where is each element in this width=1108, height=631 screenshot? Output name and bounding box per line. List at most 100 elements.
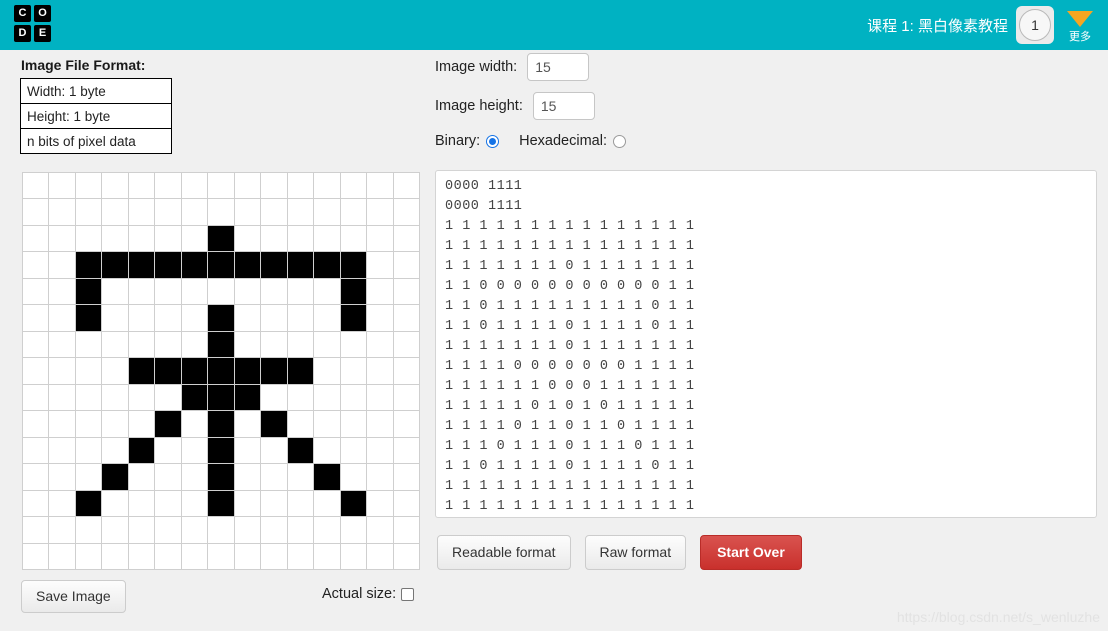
raw-format-button[interactable]: Raw format [584,535,687,570]
pixel-cell[interactable] [234,490,261,517]
pixel-cell[interactable] [49,411,75,437]
pixel-cell[interactable] [340,490,367,517]
pixel-cell[interactable] [367,384,393,411]
pixel-cell[interactable] [128,199,155,225]
pixel-cell[interactable] [49,464,75,490]
pixel-cell[interactable] [181,490,208,517]
pixel-cell[interactable] [155,358,181,384]
pixel-cell[interactable] [261,543,287,569]
pixel-cell[interactable] [75,384,102,411]
pixel-cell[interactable] [314,173,340,199]
pixel-cell[interactable] [128,384,155,411]
pixel-cell[interactable] [208,173,234,199]
image-height-input[interactable] [532,92,595,120]
pixel-cell[interactable] [102,358,128,384]
pixel-cell[interactable] [75,199,102,225]
pixel-cell[interactable] [23,543,49,569]
pixel-cell[interactable] [208,437,234,464]
pixel-cell[interactable] [314,225,340,252]
pixel-cell[interactable] [393,199,419,225]
pixel-cell[interactable] [261,464,287,490]
pixel-cell[interactable] [261,384,287,411]
pixel-cell[interactable] [23,358,49,384]
pixel-cell[interactable] [181,437,208,464]
pixel-cell[interactable] [287,384,314,411]
pixel-cell[interactable] [75,358,102,384]
pixel-cell[interactable] [393,384,419,411]
pixel-cell[interactable] [75,543,102,569]
pixel-cell[interactable] [155,199,181,225]
pixel-cell[interactable] [234,464,261,490]
pixel-cell[interactable] [314,437,340,464]
pixel-cell[interactable] [208,278,234,305]
pixel-cell[interactable] [261,305,287,331]
pixel-cell[interactable] [367,331,393,358]
pixel-cell[interactable] [261,411,287,437]
pixel-cell[interactable] [208,411,234,437]
pixel-cell[interactable] [128,173,155,199]
pixel-cell[interactable] [287,517,314,543]
pixel-cell[interactable] [367,358,393,384]
pixel-cell[interactable] [128,358,155,384]
pixel-cell[interactable] [314,278,340,305]
pixel-cell[interactable] [287,331,314,358]
pixel-cell[interactable] [367,199,393,225]
pixel-cell[interactable] [261,517,287,543]
pixel-cell[interactable] [234,225,261,252]
pixel-cell[interactable] [75,305,102,331]
pixel-cell[interactable] [49,278,75,305]
pixel-cell[interactable] [287,278,314,305]
pixel-cell[interactable] [49,225,75,252]
pixel-cell[interactable] [208,358,234,384]
binary-output-textarea[interactable]: 0000 1111 0000 1111 1 1 1 1 1 1 1 1 1 1 … [435,170,1097,518]
pixel-cell[interactable] [261,173,287,199]
pixel-cell[interactable] [155,384,181,411]
pixel-cell[interactable] [287,411,314,437]
pixel-cell[interactable] [155,490,181,517]
pixel-cell[interactable] [181,411,208,437]
pixel-cell[interactable] [287,464,314,490]
pixel-cell[interactable] [393,517,419,543]
pixel-cell[interactable] [340,358,367,384]
pixel-cell[interactable] [367,437,393,464]
pixel-cell[interactable] [128,331,155,358]
pixel-cell[interactable] [287,252,314,278]
pixel-cell[interactable] [102,199,128,225]
pixel-cell[interactable] [287,490,314,517]
pixel-cell[interactable] [102,278,128,305]
pixel-cell[interactable] [102,331,128,358]
pixel-cell[interactable] [340,384,367,411]
pixel-cell[interactable] [23,305,49,331]
pixel-cell[interactable] [367,543,393,569]
code-org-logo[interactable]: C O D E [14,5,54,45]
pixel-cell[interactable] [393,464,419,490]
pixel-cell[interactable] [155,331,181,358]
pixel-cell[interactable] [234,411,261,437]
pixel-cell[interactable] [102,225,128,252]
pixel-cell[interactable] [367,464,393,490]
pixel-cell[interactable] [367,517,393,543]
pixel-cell[interactable] [181,305,208,331]
pixel-cell[interactable] [393,225,419,252]
pixel-cell[interactable] [181,331,208,358]
pixel-cell[interactable] [234,384,261,411]
pixel-cell[interactable] [23,517,49,543]
pixel-cell[interactable] [181,358,208,384]
binary-radio-button[interactable] [486,134,500,148]
pixel-cell[interactable] [128,517,155,543]
pixel-cell[interactable] [75,411,102,437]
pixel-cell[interactable] [23,252,49,278]
pixel-cell[interactable] [102,543,128,569]
pixel-cell[interactable] [287,358,314,384]
pixel-cell[interactable] [102,173,128,199]
pixel-cell[interactable] [340,305,367,331]
pixel-cell[interactable] [208,517,234,543]
pixel-cell[interactable] [261,331,287,358]
pixel-cell[interactable] [234,252,261,278]
pixel-cell[interactable] [367,225,393,252]
pixel-cell[interactable] [314,464,340,490]
pixel-cell[interactable] [314,252,340,278]
pixel-cell[interactable] [49,543,75,569]
pixel-cell[interactable] [23,411,49,437]
pixel-cell[interactable] [23,331,49,358]
